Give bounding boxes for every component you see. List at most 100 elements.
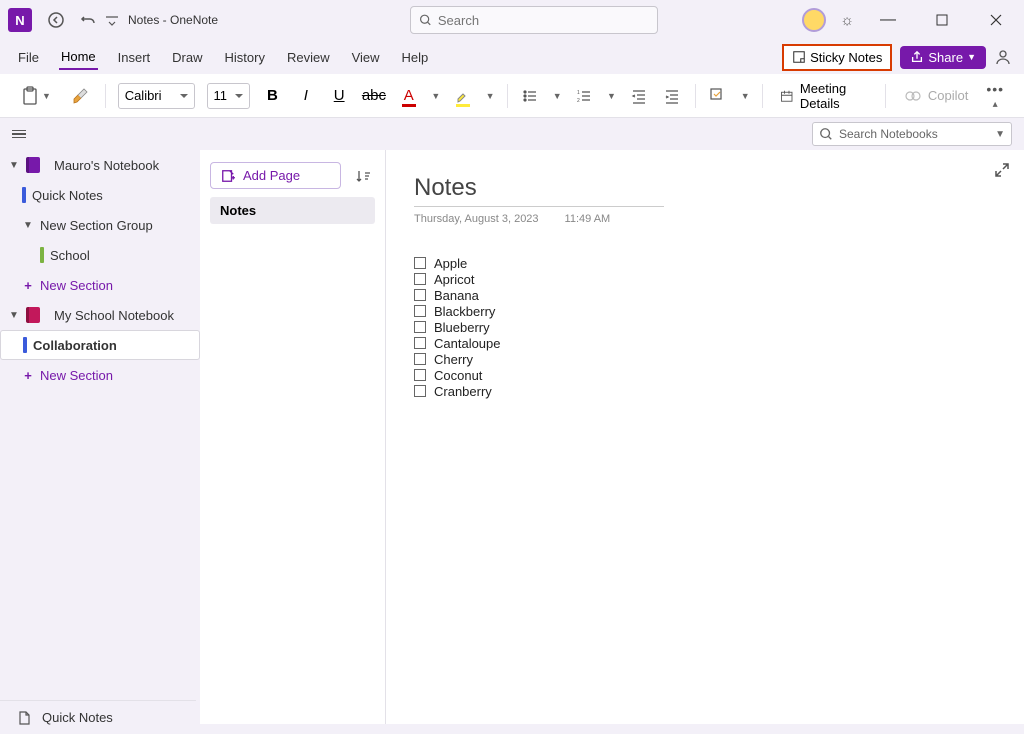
chevron-down-icon: ▼	[967, 52, 976, 62]
search-notebooks-box[interactable]: Search Notebooks ▼	[812, 122, 1012, 146]
menu-history[interactable]: History	[223, 46, 267, 69]
expand-icon[interactable]	[994, 162, 1010, 178]
menu-home[interactable]: Home	[59, 45, 98, 70]
plus-icon: +	[22, 278, 34, 293]
search-box[interactable]	[410, 6, 658, 34]
menu-view[interactable]: View	[350, 46, 382, 69]
section-group-new[interactable]: ▼ New Section Group	[0, 210, 200, 240]
todo-label: Blueberry	[434, 320, 490, 335]
font-color-button[interactable]: A	[398, 82, 419, 110]
paste-button[interactable]: ▼	[16, 84, 55, 108]
todo-item[interactable]: Cantaloupe	[414, 335, 996, 351]
plus-icon: +	[22, 368, 34, 383]
menu-help[interactable]: Help	[400, 46, 431, 69]
share-button[interactable]: Share ▼	[900, 46, 986, 69]
checkbox[interactable]	[414, 353, 426, 365]
minimize-button[interactable]: —	[868, 4, 908, 36]
menu-file[interactable]: File	[16, 46, 41, 69]
checkbox[interactable]	[414, 289, 426, 301]
chevron-down-icon[interactable]: ▼	[486, 91, 495, 101]
checkbox[interactable]	[414, 385, 426, 397]
bottombar: Quick Notes	[0, 700, 196, 734]
meeting-details-button[interactable]: Meeting Details	[774, 81, 873, 111]
chevron-down-icon[interactable]: ▼	[553, 91, 562, 101]
todo-label: Banana	[434, 288, 479, 303]
copilot-label: Copilot	[928, 88, 968, 103]
search-input[interactable]	[438, 13, 649, 28]
lightbulb-icon[interactable]: ☼	[840, 12, 854, 29]
section-group-label: New Section Group	[40, 218, 153, 233]
notebook-name: Mauro's Notebook	[54, 158, 159, 173]
decrease-indent-button[interactable]	[628, 82, 649, 110]
format-painter-button[interactable]	[67, 85, 93, 107]
nav-toggle-button[interactable]	[12, 130, 36, 139]
page-title-label: Notes	[220, 203, 256, 218]
chevron-down-icon[interactable]: ▼	[607, 91, 616, 101]
section-school[interactable]: School	[0, 240, 200, 270]
chevron-down-icon: ▼	[22, 220, 34, 231]
checkbox[interactable]	[414, 305, 426, 317]
todo-label: Cherry	[434, 352, 473, 367]
user-avatar[interactable]	[802, 8, 826, 32]
section-color-bar	[40, 247, 44, 263]
add-page-button[interactable]: Add Page	[210, 162, 341, 189]
checkbox[interactable]	[414, 321, 426, 333]
app-icon: N	[8, 8, 32, 32]
note-time: 11:49 AM	[565, 213, 611, 225]
menu-insert[interactable]: Insert	[116, 46, 153, 69]
sort-pages-button[interactable]	[351, 164, 375, 188]
collapse-ribbon-button[interactable]: ▴	[993, 99, 998, 110]
maximize-button[interactable]	[922, 4, 962, 36]
tags-button[interactable]	[707, 82, 728, 110]
page-item-notes[interactable]: Notes	[210, 197, 375, 224]
increase-indent-button[interactable]	[661, 82, 682, 110]
numbered-list-button[interactable]: 12	[574, 82, 595, 110]
todo-item[interactable]: Blackberry	[414, 303, 996, 319]
section-color-bar	[23, 337, 27, 353]
todo-item[interactable]: Coconut	[414, 367, 996, 383]
todo-item[interactable]: Banana	[414, 287, 996, 303]
bullet-list-button[interactable]	[519, 82, 540, 110]
paintbrush-icon	[71, 87, 89, 105]
bold-button[interactable]: B	[262, 82, 283, 110]
notebook-mauros[interactable]: ▼ Mauro's Notebook	[0, 150, 200, 180]
titlebar: N Notes - OneNote ☼ —	[0, 0, 1024, 40]
person-icon[interactable]	[994, 48, 1012, 66]
checkbox[interactable]	[414, 257, 426, 269]
close-button[interactable]	[976, 4, 1016, 36]
checkbox[interactable]	[414, 273, 426, 285]
section-quick-notes[interactable]: Quick Notes	[0, 180, 200, 210]
font-name-select[interactable]: Calibri	[118, 83, 195, 109]
highlight-button[interactable]	[452, 82, 473, 110]
note-content[interactable]: Notes Thursday, August 3, 2023 11:49 AM …	[386, 150, 1024, 724]
todo-item[interactable]: Apple	[414, 255, 996, 271]
ribbon-overflow-button[interactable]: •••	[986, 81, 1004, 97]
menu-draw[interactable]: Draw	[170, 46, 204, 69]
chevron-down-icon[interactable]: ▼	[741, 91, 750, 101]
menu-review[interactable]: Review	[285, 46, 332, 69]
font-size-select[interactable]: 11	[207, 83, 250, 109]
add-section-button-1[interactable]: + New Section	[0, 270, 200, 300]
todo-item[interactable]: Blueberry	[414, 319, 996, 335]
italic-button[interactable]: I	[295, 82, 316, 110]
note-title[interactable]: Notes	[414, 168, 664, 207]
back-button[interactable]	[40, 4, 72, 36]
search-icon	[819, 127, 833, 141]
section-collaboration[interactable]: Collaboration	[0, 330, 200, 360]
add-section-button-2[interactable]: + New Section	[0, 360, 200, 390]
quicknotes-label[interactable]: Quick Notes	[42, 710, 113, 725]
strikethrough-button[interactable]: abc	[362, 82, 386, 110]
undo-button[interactable]	[72, 4, 104, 36]
notebook-school[interactable]: ▼ My School Notebook	[0, 300, 200, 330]
todo-item[interactable]: Cranberry	[414, 383, 996, 399]
todo-item[interactable]: Apricot	[414, 271, 996, 287]
chevron-down-icon[interactable]: ▼	[431, 91, 440, 101]
checkbox[interactable]	[414, 369, 426, 381]
checkbox[interactable]	[414, 337, 426, 349]
todo-item[interactable]: Cherry	[414, 351, 996, 367]
customize-qat-button[interactable]	[104, 4, 120, 36]
sticky-notes-button[interactable]: Sticky Notes	[782, 44, 892, 71]
app-icon-label: N	[15, 13, 24, 28]
underline-button[interactable]: U	[328, 82, 349, 110]
add-section-label: New Section	[40, 368, 113, 383]
